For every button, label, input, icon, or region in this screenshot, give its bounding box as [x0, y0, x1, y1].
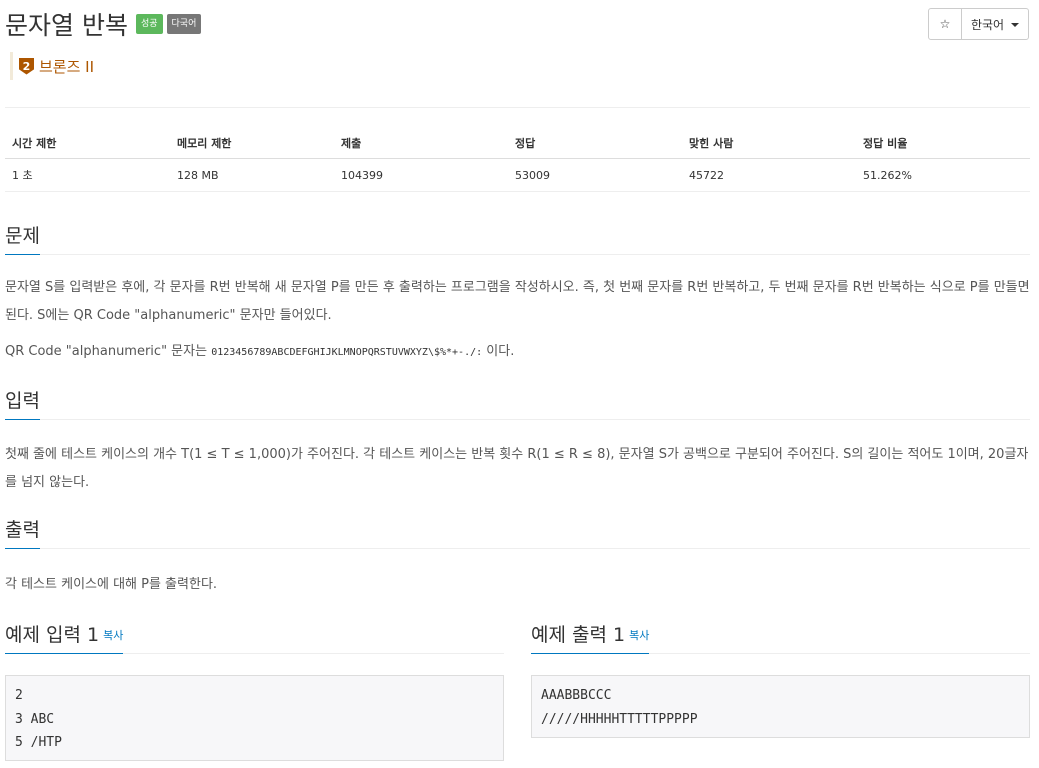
sample-output-header: 예제 출력 1 복사 [531, 619, 1030, 654]
copy-sample-input-button[interactable]: 복사 [103, 629, 123, 642]
problem-toolbar: ☆ 한국어 [928, 8, 1029, 40]
problem-page: 문자열 반복 성공 다국어 ☆ 한국어 2 브론즈 II 시간 제한 메모리 제… [0, 0, 1039, 768]
problem-header: 문자열 반복 성공 다국어 [5, 2, 205, 46]
problem-info-table: 시간 제한 메모리 제한 제출 정답 맞힌 사람 정답 비율 1 초 128 M… [5, 127, 1030, 192]
sample-input-header: 예제 입력 1 복사 [5, 619, 504, 654]
cell-time-limit: 1 초 [5, 158, 170, 192]
cell-submissions[interactable]: 104399 [334, 158, 508, 192]
sample-output-title: 예제 출력 1 [531, 624, 626, 646]
alphanumeric-note-suffix: 이다. [482, 344, 515, 359]
tier-badge-icon: 2 [19, 57, 34, 75]
alphanumeric-note-prefix: QR Code "alphanumeric" 문자는 [5, 344, 212, 359]
cell-accepted[interactable]: 53009 [508, 158, 682, 192]
output-heading: 출력 [5, 515, 40, 549]
tier-link[interactable]: 브론즈 II [39, 56, 94, 77]
sample-output-box: AAABBBCCC /////HHHHHTTTTTPPPPP [531, 675, 1030, 738]
language-dropdown[interactable]: 한국어 [962, 9, 1028, 39]
multi-language-badge: 다국어 [166, 14, 202, 34]
star-icon: ☆ [939, 17, 951, 31]
input-heading: 입력 [5, 386, 40, 420]
problem-title: 문자열 반복 [5, 11, 128, 40]
header-time-limit: 시간 제한 [5, 127, 170, 159]
header-solvers: 맞힌 사람 [682, 127, 856, 159]
sample-output-heading: 예제 출력 1 복사 [531, 620, 650, 654]
problem-section-header: 문제 [5, 220, 1030, 255]
copy-sample-output-button[interactable]: 복사 [629, 629, 649, 642]
sample-input-heading: 예제 입력 1 복사 [5, 620, 124, 654]
language-label: 한국어 [970, 17, 1005, 32]
problem-heading: 문제 [5, 221, 40, 255]
header-submissions: 제출 [334, 127, 508, 159]
caret-down-icon [1011, 23, 1020, 27]
alphanumeric-note: QR Code "alphanumeric" 문자는 0123456789ABC… [5, 338, 1030, 367]
cell-solvers[interactable]: 45722 [682, 158, 856, 192]
header-accept-ratio: 정답 비율 [856, 127, 1030, 159]
cell-accept-ratio: 51.262% [856, 158, 1030, 192]
divider [5, 107, 1030, 108]
favorite-button[interactable]: ☆ [929, 9, 962, 39]
header-memory-limit: 메모리 제한 [170, 127, 334, 159]
cell-memory-limit: 128 MB [170, 158, 334, 192]
tier-block: 2 브론즈 II [10, 52, 94, 80]
table-row: 1 초 128 MB 104399 53009 45722 51.262% [5, 158, 1030, 192]
header-accepted: 정답 [508, 127, 682, 159]
output-section-header: 출력 [5, 514, 1030, 549]
problem-description: 문자열 S를 입력받은 후에, 각 문자를 R번 반복해 새 문자열 P를 만든… [5, 280, 1030, 323]
status-badge: 성공 [135, 14, 163, 34]
input-section-header: 입력 [5, 385, 1030, 420]
output-description: 각 테스트 케이스에 대해 P를 출력한다. [5, 577, 218, 592]
input-description: 첫째 줄에 테스트 케이스의 개수 T(1 ≤ T ≤ 1,000)가 주어진다… [5, 447, 1029, 490]
sample-input-box: 2 3 ABC 5 /HTP [5, 675, 504, 761]
alphanumeric-chars: 0123456789ABCDEFGHIJKLMNOPQRSTUVWXYZ\$%*… [211, 347, 483, 358]
sample-input-title: 예제 입력 1 [5, 624, 100, 646]
table-header-row: 시간 제한 메모리 제한 제출 정답 맞힌 사람 정답 비율 [5, 127, 1030, 159]
